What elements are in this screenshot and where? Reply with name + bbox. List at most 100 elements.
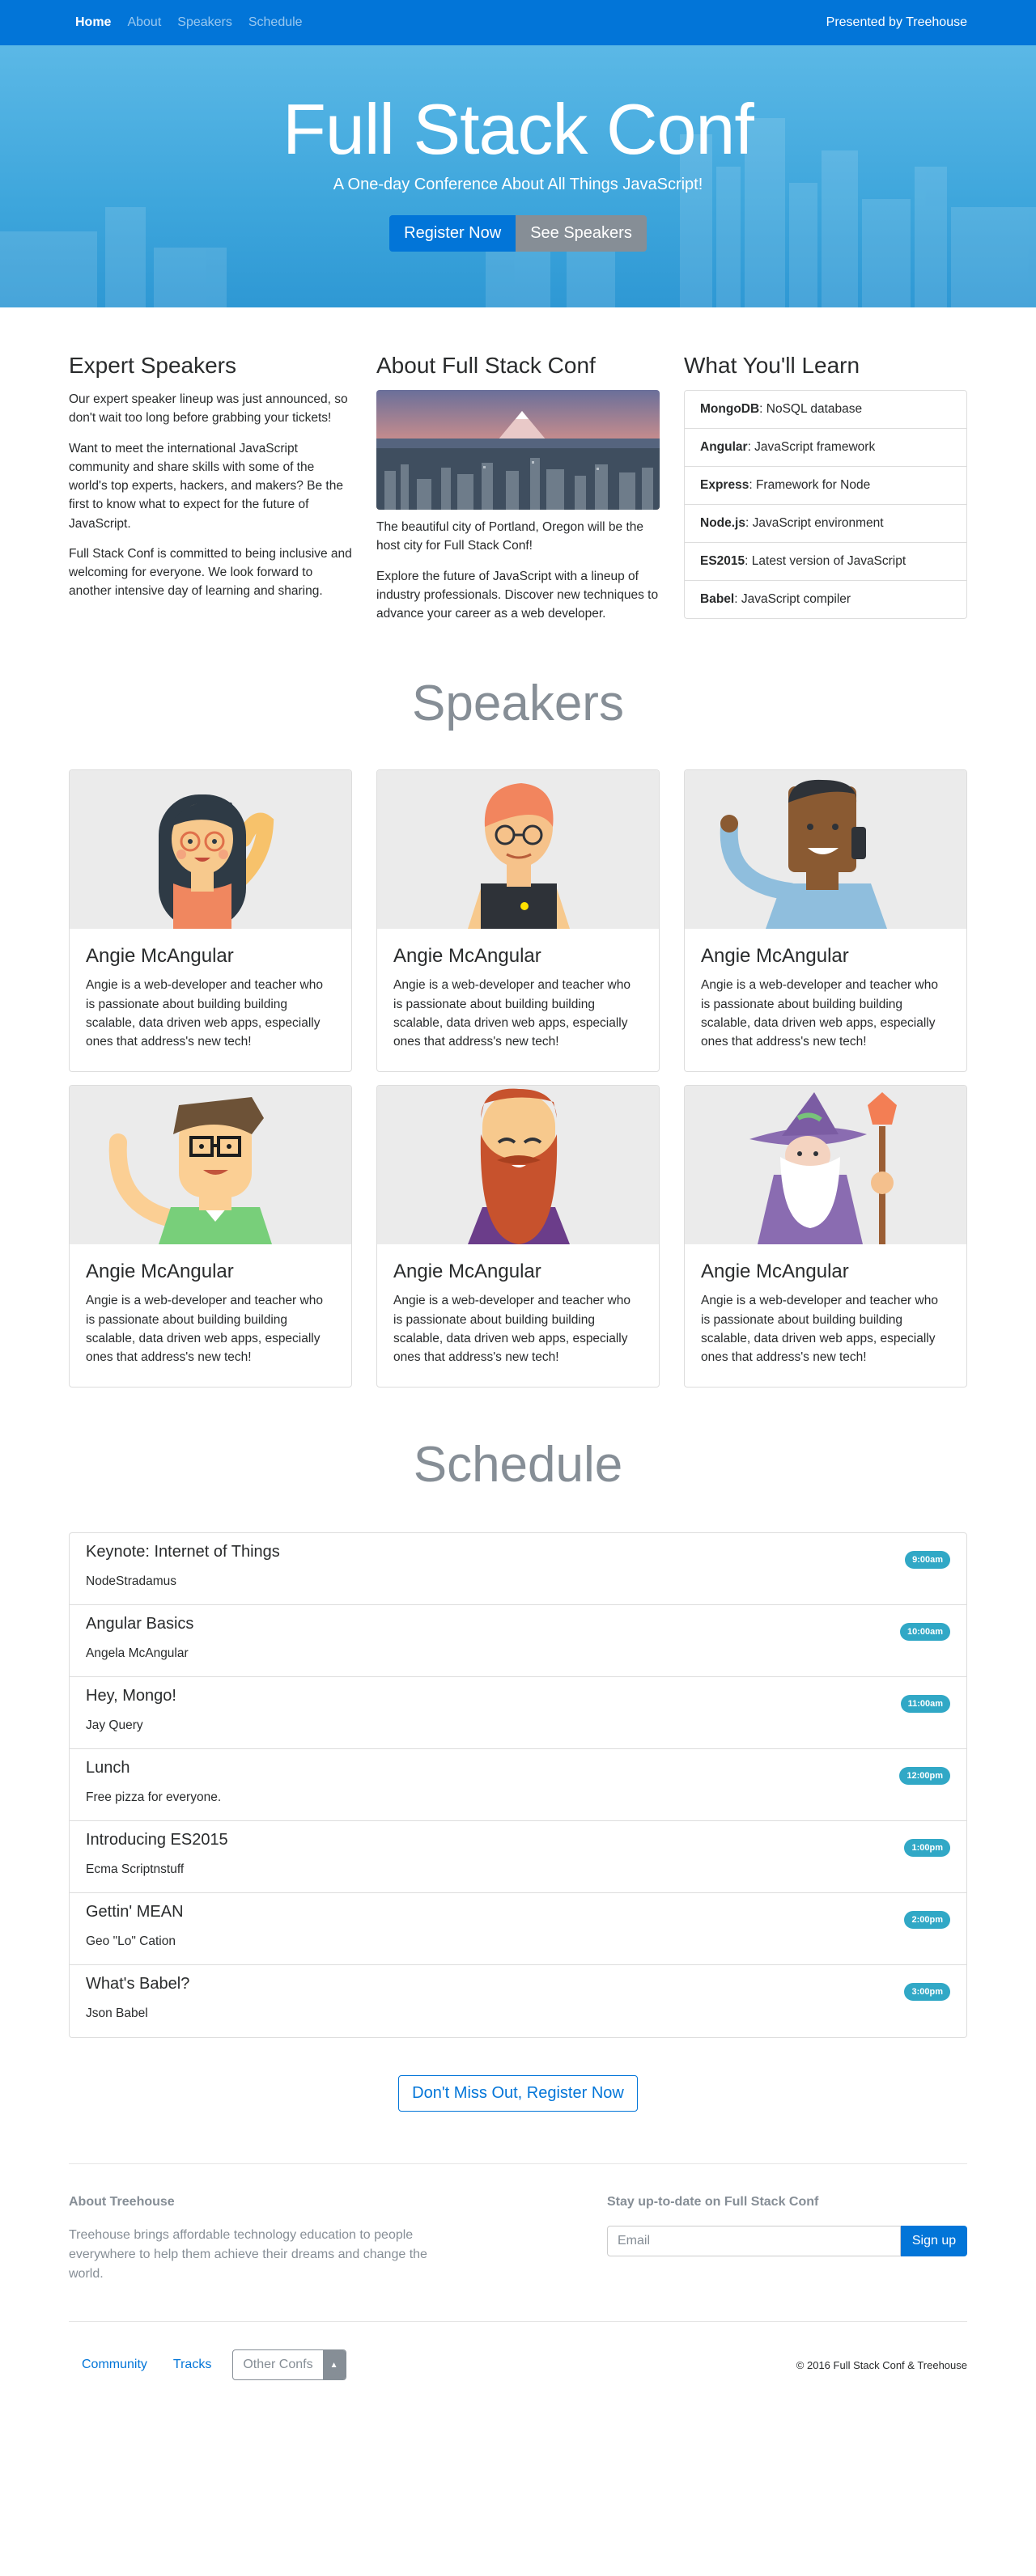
session-speaker: Ecma Scriptnstuff	[86, 1862, 185, 1877]
speaker-card: Angie McAngular Angie is a web-developer…	[69, 769, 352, 1073]
speaker-bio: Angie is a web-developer and teacher who…	[701, 978, 938, 1049]
time-badge: 11:00am	[900, 1695, 950, 1714]
avatar-bearded-man	[377, 1086, 659, 1245]
session-title: Gettin' MEAN	[86, 1903, 184, 1921]
session-title: Hey, Mongo!	[86, 1687, 176, 1705]
other-confs-dropdown[interactable]: Other Confs ▲	[232, 2349, 346, 2381]
signup-form: Sign up	[607, 2226, 967, 2257]
speaker-name: Angie McAngular	[701, 1260, 849, 1283]
nav-link-about[interactable]: About	[127, 15, 161, 30]
footer-links: Community Tracks Other Confs ▲	[69, 2349, 346, 2381]
speakers-heading: Speakers	[412, 676, 624, 732]
speaker-card: Angie McAngular Angie is a web-developer…	[684, 1085, 967, 1388]
about-treehouse-text: Treehouse brings affordable technology e…	[69, 2228, 427, 2282]
session-speaker: Json Babel	[86, 2006, 148, 2021]
footer-top: About Treehouse Treehouse brings afforda…	[69, 2195, 967, 2321]
speaker-bio: Angie is a web-developer and teacher who…	[393, 978, 631, 1049]
register-now-button[interactable]: Register Now	[389, 214, 516, 252]
session-speaker: Geo "Lo" Cation	[86, 1934, 176, 1949]
speaker-name: Angie McAngular	[393, 945, 541, 968]
time-badge: 1:00pm	[904, 1839, 950, 1858]
schedule-heading: Schedule	[413, 1437, 623, 1493]
time-badge: 2:00pm	[904, 1911, 950, 1930]
speaker-card: Angie McAngular Angie is a web-developer…	[376, 769, 660, 1073]
cta-wrapper: Don't Miss Out, Register Now	[69, 2075, 967, 2112]
session-title: Lunch	[86, 1759, 130, 1777]
nav-link-schedule[interactable]: Schedule	[248, 15, 303, 30]
list-item: Express: Framework for Node	[685, 467, 966, 505]
footer-divider	[69, 2163, 967, 2165]
schedule-item: Introducing ES2015 Ecma Scriptnstuff 1:0…	[70, 1821, 966, 1894]
speaker-name: Angie McAngular	[393, 1260, 541, 1283]
community-link[interactable]: Community	[69, 2358, 160, 2372]
nav-link-speakers[interactable]: Speakers	[177, 15, 232, 30]
session-title: What's Babel?	[86, 1975, 190, 1993]
schedule-item: What's Babel? Json Babel 3:00pm	[70, 1965, 966, 2037]
session-title: Introducing ES2015	[86, 1831, 228, 1849]
session-title: Keynote: Internet of Things	[86, 1543, 280, 1561]
list-item: Babel: JavaScript compiler	[700, 592, 851, 606]
see-speakers-button[interactable]: See Speakers	[516, 214, 647, 252]
nav-link-home[interactable]: Home	[75, 15, 111, 30]
learn-heading: What You'll Learn	[684, 353, 860, 378]
session-speaker: Jay Query	[86, 1718, 143, 1733]
avatar-phone-man	[685, 770, 966, 930]
time-badge: 12:00pm	[899, 1767, 950, 1786]
expert-paragraph: Want to meet the international JavaScrip…	[69, 441, 343, 531]
time-badge: 9:00am	[905, 1551, 950, 1570]
avatar-girl-glasses	[70, 770, 351, 930]
schedule-list: Keynote: Internet of Things NodeStradamu…	[69, 1532, 967, 2039]
speaker-name: Angie McAngular	[701, 945, 849, 968]
about-paragraph: Explore the future of JavaScript with a …	[376, 569, 659, 621]
footer-bottom: Community Tracks Other Confs ▲ © 2016 Fu…	[69, 2322, 967, 2381]
speaker-bio: Angie is a web-developer and teacher who…	[86, 978, 323, 1049]
speaker-bio: Angie is a web-developer and teacher who…	[86, 1294, 323, 1364]
speaker-card: Angie McAngular Angie is a web-developer…	[376, 1085, 660, 1388]
expert-speakers-heading: Expert Speakers	[69, 353, 236, 378]
about-column: About Full Stack Conf The beautiful city…	[376, 353, 660, 634]
about-treehouse: About Treehouse Treehouse brings afforda…	[69, 2195, 433, 2284]
expert-paragraph: Our expert speaker lineup was just annou…	[69, 392, 348, 426]
hero-subtitle: A One-day Conference About All Things Ja…	[333, 175, 703, 193]
time-badge: 3:00pm	[904, 1983, 950, 2002]
dont-miss-out-register-button[interactable]: Don't Miss Out, Register Now	[398, 2075, 638, 2112]
other-confs-label: Other Confs	[243, 2358, 313, 2372]
portland-city-image	[376, 390, 660, 510]
list-item: ES2015: Latest version of JavaScript	[685, 543, 966, 581]
newsletter-heading: Stay up-to-date on Full Stack Conf	[607, 2195, 819, 2210]
schedule-item: Angular Basics Angela McAngular 10:00am	[70, 1605, 966, 1678]
speaker-name: Angie McAngular	[86, 1260, 234, 1283]
speakers-grid: Angie McAngular Angie is a web-developer…	[69, 769, 967, 1388]
speaker-card: Angie McAngular Angie is a web-developer…	[684, 769, 967, 1073]
avatar-wizard	[685, 1086, 966, 1245]
learn-list: MongoDB: NoSQL database Angular: JavaScr…	[684, 390, 967, 619]
session-title: Angular Basics	[86, 1615, 194, 1633]
newsletter: Stay up-to-date on Full Stack Conf Sign …	[607, 2195, 967, 2284]
list-item: MongoDB: NoSQL database	[685, 391, 966, 429]
session-speaker: Angela McAngular	[86, 1646, 189, 1661]
email-field[interactable]	[607, 2226, 901, 2257]
tracks-link[interactable]: Tracks	[160, 2358, 224, 2372]
list-item: Node.js: JavaScript environment	[685, 505, 966, 543]
info-section: Expert Speakers Our expert speaker lineu…	[69, 353, 967, 634]
caret-up-icon[interactable]: ▲	[322, 2350, 346, 2380]
copyright-text: © 2016 Full Stack Conf & Treehouse	[796, 2358, 967, 2371]
time-badge: 10:00am	[899, 1623, 950, 1642]
schedule-item: Keynote: Internet of Things NodeStradamu…	[70, 1533, 966, 1606]
session-speaker: Free pizza for everyone.	[86, 1790, 222, 1805]
sign-up-button[interactable]: Sign up	[901, 2226, 967, 2257]
learn-column: What You'll Learn MongoDB: NoSQL databas…	[684, 353, 967, 634]
expert-speakers-column: Expert Speakers Our expert speaker lineu…	[69, 353, 352, 634]
hero-button-group: Register Now See Speakers	[0, 214, 1036, 252]
footer: About Treehouse Treehouse brings afforda…	[69, 2195, 967, 2381]
hero-title: Full Stack Conf	[282, 89, 754, 169]
speaker-card: Angie McAngular Angie is a web-developer…	[69, 1085, 352, 1388]
about-paragraph: The beautiful city of Portland, Oregon w…	[376, 520, 643, 553]
speaker-bio: Angie is a web-developer and teacher who…	[701, 1294, 938, 1364]
about-treehouse-heading: About Treehouse	[69, 2195, 175, 2210]
top-navbar: Home About Speakers Schedule Presented b…	[0, 0, 1036, 45]
schedule-item: Lunch Free pizza for everyone. 12:00pm	[70, 1749, 966, 1822]
schedule-item: Gettin' MEAN Geo "Lo" Cation 2:00pm	[70, 1893, 966, 1966]
session-speaker: NodeStradamus	[86, 1574, 177, 1589]
avatar-waving-glasses	[70, 1086, 351, 1245]
